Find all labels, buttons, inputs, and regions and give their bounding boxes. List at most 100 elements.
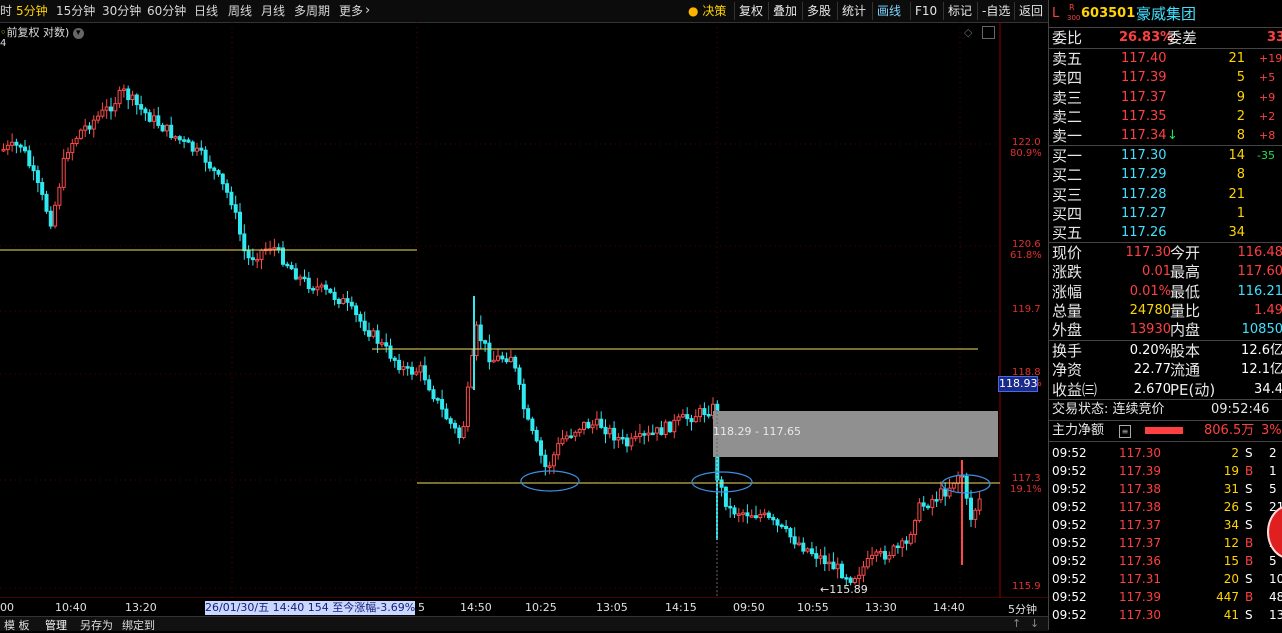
candle-body	[250, 257, 255, 261]
x-tick: 00	[0, 601, 14, 614]
candle-body	[504, 358, 509, 363]
candle-body	[680, 414, 685, 418]
f10-button[interactable]: F10	[910, 2, 937, 20]
candle-body	[496, 355, 500, 361]
x-tick: 10:25	[525, 601, 557, 614]
stat-value: 0.01	[1142, 264, 1171, 280]
candle-body	[672, 419, 677, 433]
stat-row: 涨跌 0.01 最高 117.60	[1049, 263, 1282, 281]
weibi-label: 委比	[1052, 29, 1083, 47]
candle-body	[169, 124, 174, 138]
tick-row: 09:52 117.30 41 S 13	[1049, 606, 1282, 624]
candles	[1, 84, 982, 587]
ask-price: 117.40	[1121, 51, 1167, 66]
candle-body	[453, 422, 457, 429]
list-icon[interactable]: ≡	[1119, 425, 1131, 438]
bid-price: 117.28	[1121, 186, 1167, 202]
candle-body	[259, 249, 264, 260]
candle-body	[216, 170, 221, 175]
candle-body	[83, 125, 88, 131]
candle-body	[956, 474, 961, 484]
stock-title: L R 300 603501 豪威集团	[1049, 3, 1282, 25]
candle-body	[521, 383, 526, 410]
candlestick-chart[interactable]	[0, 22, 1048, 598]
candle-body	[616, 436, 621, 441]
manage-tab[interactable]: 管理	[45, 617, 67, 633]
period-tab-60min[interactable]: 60分钟	[147, 3, 186, 19]
period-tab-time[interactable]: 时	[0, 3, 12, 19]
save-as-tab[interactable]: 另存为	[80, 617, 113, 633]
mark-button[interactable]: 标记	[943, 2, 972, 20]
decision-button[interactable]: ● 决策	[684, 2, 726, 20]
nav-down-icon[interactable]: ↓	[1030, 617, 1039, 630]
period-tab-week[interactable]: 周线	[228, 3, 252, 19]
candle-body	[736, 513, 741, 516]
period-tab-more[interactable]: 更多	[339, 3, 363, 19]
period-tab-day[interactable]: 日线	[194, 3, 218, 19]
x-tick: 14:15	[665, 601, 697, 614]
tick-price: 117.39	[1119, 590, 1161, 604]
stat-label: 流通	[1170, 361, 1201, 380]
overlay-button[interactable]: 叠加	[768, 2, 797, 20]
tick-price: 117.38	[1119, 500, 1161, 514]
period-tab-30min[interactable]: 30分钟	[102, 3, 141, 19]
stat-label: 股本	[1170, 342, 1201, 360]
bind-to-tab[interactable]: 绑定到	[122, 617, 155, 633]
quote-panel: L R 300 603501 豪威集团 委比 26.83% 委差 33 卖五 11…	[1048, 0, 1282, 630]
candle-body	[517, 367, 522, 385]
period-tab-multi[interactable]: 多周期	[294, 3, 330, 19]
candle-body	[693, 416, 698, 423]
candle-body	[969, 497, 973, 520]
candle-body	[225, 183, 230, 193]
cursor-info-bar: 26/01/30/五 14:40 154 至今涨幅-3.69%	[205, 601, 416, 615]
candle-body	[126, 88, 131, 101]
candle-body	[156, 115, 161, 126]
candle-body	[904, 540, 909, 544]
nav-up-icon[interactable]: ↑	[1012, 617, 1021, 630]
candle-body	[547, 465, 552, 468]
ask-price: 117.34	[1121, 128, 1167, 144]
candle-body	[35, 170, 40, 184]
candle-body	[818, 555, 823, 559]
period-tab-5min[interactable]: 5分钟	[16, 3, 48, 19]
stat-value: 24780	[1129, 302, 1171, 318]
multi-stock-button[interactable]: 多股	[802, 2, 831, 20]
candle-body	[345, 298, 350, 303]
candle-body	[465, 386, 470, 428]
statistics-button[interactable]: 统计	[837, 2, 866, 20]
candle-body	[272, 247, 277, 250]
restore-rights-button[interactable]: 复权	[734, 2, 763, 20]
candle-body	[306, 277, 311, 290]
candle-body	[440, 399, 445, 410]
back-button[interactable]: 返回	[1014, 2, 1043, 20]
candle-body	[61, 157, 66, 188]
tick-time: 09:52	[1052, 518, 1087, 532]
period-tab-15min[interactable]: 15分钟	[56, 3, 95, 19]
candle-body	[375, 330, 380, 344]
bid-price: 117.27	[1121, 205, 1167, 221]
candle-body	[745, 512, 750, 517]
candle-body	[367, 330, 371, 337]
candle-body	[857, 574, 862, 580]
more-arrow-icon[interactable]: ›	[365, 3, 370, 19]
template-tab[interactable]: 模 板	[4, 617, 30, 633]
candle-body	[431, 389, 436, 400]
candle-body	[457, 427, 462, 439]
candle-body	[865, 557, 870, 568]
candle-body	[938, 488, 943, 501]
candle-body	[328, 288, 333, 293]
stat-value: 116.48	[1237, 245, 1282, 260]
candle-body	[758, 513, 763, 519]
self-select-button[interactable]: -自选	[977, 2, 1010, 20]
stat-value: 10850	[1241, 322, 1282, 338]
period-tab-month[interactable]: 月线	[261, 3, 285, 19]
candle-body	[625, 437, 629, 447]
ask-change: +5	[1259, 71, 1276, 85]
draw-line-button[interactable]: 画线	[872, 2, 901, 20]
candle-body	[242, 233, 247, 252]
candle-body	[212, 167, 217, 172]
stock-name[interactable]: 豪威集团	[1136, 3, 1196, 25]
candle-body	[74, 137, 79, 145]
tick-time: 09:52	[1052, 608, 1087, 622]
y-tick-price: 115.9	[1012, 581, 1041, 592]
